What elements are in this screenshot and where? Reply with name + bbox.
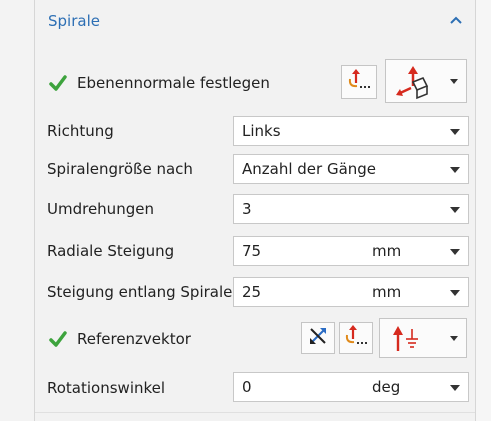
plane-normal-selector[interactable] xyxy=(385,59,467,103)
point-dialog-button[interactable] xyxy=(341,65,377,99)
radial-pitch-unit: mm xyxy=(372,242,402,260)
direction-select[interactable]: Links xyxy=(233,116,469,146)
radial-pitch-label: Radiale Steigung xyxy=(47,242,175,260)
vector-dialog-button[interactable] xyxy=(339,322,373,354)
direction-value: Links xyxy=(242,122,281,140)
dropdown-arrow-icon xyxy=(450,290,460,296)
vector-direction-selector[interactable] xyxy=(379,318,467,358)
size-by-value: Anzahl der Gänge xyxy=(242,160,377,178)
rotation-angle-value: 0 xyxy=(242,378,252,396)
radial-pitch-input[interactable]: 75 mm xyxy=(233,236,469,266)
right-dock-strip xyxy=(476,0,491,421)
left-dock-strip xyxy=(0,0,34,421)
axial-pitch-unit: mm xyxy=(372,283,402,301)
chevron-up-icon[interactable] xyxy=(448,12,464,28)
rotation-angle-input[interactable]: 0 deg xyxy=(233,372,469,402)
turns-input[interactable]: 3 xyxy=(233,194,469,224)
dropdown-arrow-icon xyxy=(450,129,460,135)
reverse-direction-button[interactable] xyxy=(301,322,335,354)
dropdown-arrow-icon xyxy=(450,385,460,391)
vector-direction-icon xyxy=(392,325,422,357)
radial-pitch-value: 75 xyxy=(242,242,262,260)
plane-normal-label: Ebenennormale festlegen xyxy=(77,74,270,92)
dropdown-arrow-icon xyxy=(450,79,458,84)
dropdown-arrow-icon xyxy=(450,249,460,255)
reverse-direction-icon xyxy=(307,325,329,351)
dropdown-arrow-icon xyxy=(450,207,460,213)
axial-pitch-input[interactable]: 25 mm xyxy=(233,277,469,307)
reference-vector-label: Referenzvektor xyxy=(77,330,191,348)
size-by-select[interactable]: Anzahl der Gänge xyxy=(233,154,469,184)
dropdown-arrow-icon xyxy=(450,167,460,173)
plane-normal-icon xyxy=(396,66,430,104)
axial-pitch-value: 25 xyxy=(242,283,262,301)
divider xyxy=(35,412,475,413)
rotation-angle-label: Rotationswinkel xyxy=(47,379,166,397)
dropdown-arrow-icon xyxy=(450,336,458,341)
section-title[interactable]: Spirale xyxy=(48,12,100,30)
spiral-panel: Spirale Ebenennormale festlegen Richtung… xyxy=(34,0,476,421)
size-by-label: Spiralengröße nach xyxy=(47,160,193,178)
turns-value: 3 xyxy=(242,200,252,218)
checkmark-icon xyxy=(49,75,67,93)
rotation-angle-unit: deg xyxy=(372,378,401,396)
direction-label: Richtung xyxy=(47,122,114,140)
checkmark-icon xyxy=(49,331,67,349)
point-dialog-icon xyxy=(347,69,371,95)
axial-pitch-label: Steigung entlang Spirale xyxy=(47,283,232,301)
turns-label: Umdrehungen xyxy=(47,200,154,218)
vector-dialog-icon xyxy=(344,325,368,351)
